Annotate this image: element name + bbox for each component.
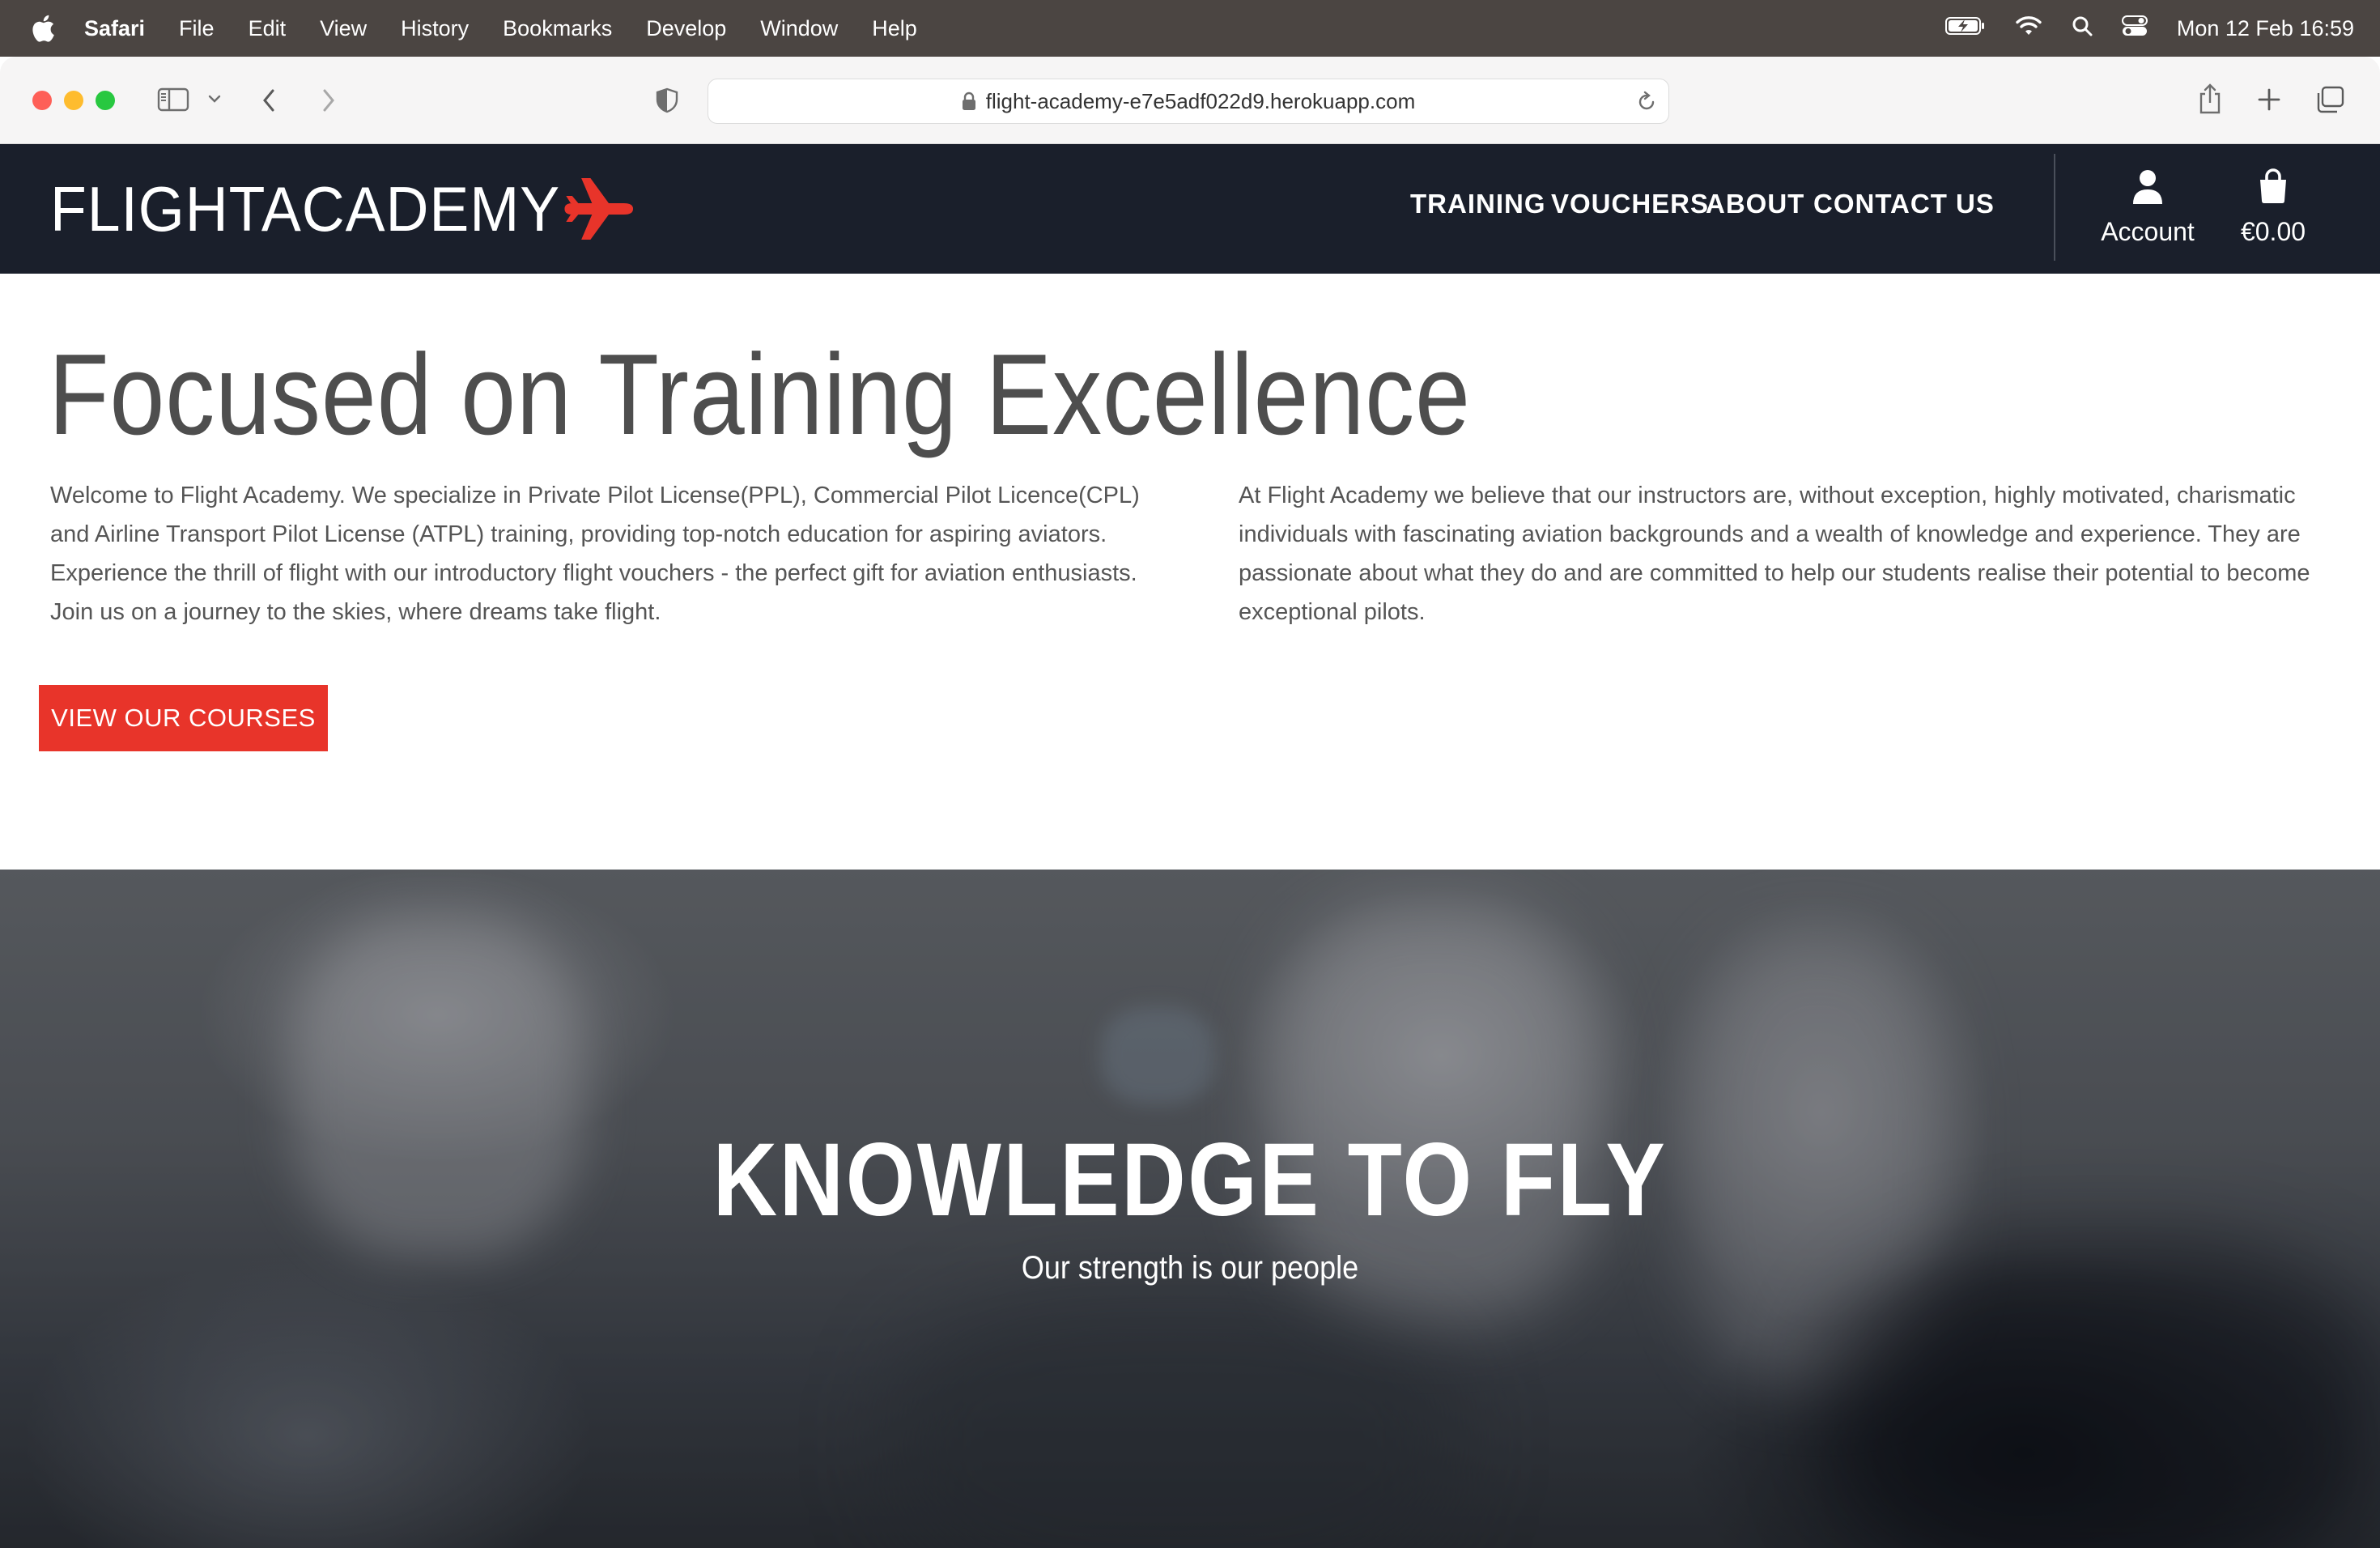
lock-icon [962,91,976,111]
menu-window[interactable]: Window [760,16,838,41]
account-label: Account [2101,217,2195,246]
page-headline: Focused on Training Excellence [49,330,1471,459]
menu-app-name[interactable]: Safari [84,16,145,41]
tab-overview-icon[interactable] [2315,86,2344,113]
menu-help[interactable]: Help [872,16,917,41]
intro-paragraph-right: At Flight Academy we believe that our in… [1239,483,2310,625]
cart-link[interactable]: €0.00 [2234,168,2312,247]
user-icon [2131,168,2164,211]
view-courses-button[interactable]: VIEW OUR COURSES [39,685,328,751]
nav-about[interactable]: ABOUT [1706,189,1804,219]
menu-view[interactable]: View [320,16,367,41]
address-bar[interactable]: flight-academy-e7e5adf022d9.herokuapp.co… [708,79,1669,124]
hero-subtitle: Our strength is our people [1021,1250,1359,1286]
shopping-bag-icon [2257,168,2289,211]
window-minimize-button[interactable] [64,91,83,110]
nav-vouchers[interactable]: VOUCHERS [1551,189,1709,219]
menu-bar-clock[interactable]: Mon 12 Feb 16:59 [2177,16,2354,41]
window-close-button[interactable] [32,91,52,110]
menu-file[interactable]: File [179,16,215,41]
intro-paragraph-left: Welcome to Flight Academy. We specialize… [50,483,1140,625]
window-zoom-button[interactable] [96,91,115,110]
account-link[interactable]: Account [2101,168,2195,247]
logo-text: FLIGHTACADEMY [50,172,561,245]
site-header: FLIGHTACADEMY TRAINING VOUCHERS ABOUT CO… [0,144,2380,274]
menu-history[interactable]: History [401,16,469,41]
browser-toolbar: flight-academy-e7e5adf022d9.herokuapp.co… [0,57,2380,144]
macos-menu-bar: Safari File Edit View History Bookmarks … [0,0,2380,57]
header-divider [2054,154,2055,261]
control-center-icon[interactable] [2121,15,2148,42]
chevron-down-icon[interactable] [207,94,222,104]
menu-develop[interactable]: Develop [646,16,726,41]
battery-charging-icon[interactable] [1944,16,1986,41]
intro-section: Focused on Training Excellence Welcome t… [0,274,2380,870]
reload-icon[interactable] [1636,91,1657,113]
apple-logo-icon[interactable] [31,15,55,42]
nav-training[interactable]: TRAINING [1410,189,1546,219]
wifi-icon[interactable] [2015,15,2042,42]
menu-edit[interactable]: Edit [249,16,287,41]
privacy-shield-icon[interactable] [656,87,678,113]
url-text: flight-academy-e7e5adf022d9.herokuapp.co… [985,88,1416,113]
hero-title: KNOWLEDGE TO FLY [712,1122,1668,1238]
nav-contact-us[interactable]: CONTACT US [1813,189,1995,219]
new-tab-plus-icon[interactable] [2257,87,2281,112]
spotlight-search-icon[interactable] [2072,15,2093,42]
menu-bookmarks[interactable]: Bookmarks [503,16,612,41]
back-arrow-icon[interactable] [261,87,277,113]
cart-total: €0.00 [2240,217,2306,246]
site-logo[interactable]: FLIGHTACADEMY [50,172,635,246]
forward-arrow-icon[interactable] [321,87,337,113]
hero-banner: KNOWLEDGE TO FLY Our strength is our peo… [0,870,2380,1548]
share-icon[interactable] [2197,83,2223,115]
sidebar-toggle-icon[interactable] [157,87,189,112]
airplane-icon [562,175,635,243]
